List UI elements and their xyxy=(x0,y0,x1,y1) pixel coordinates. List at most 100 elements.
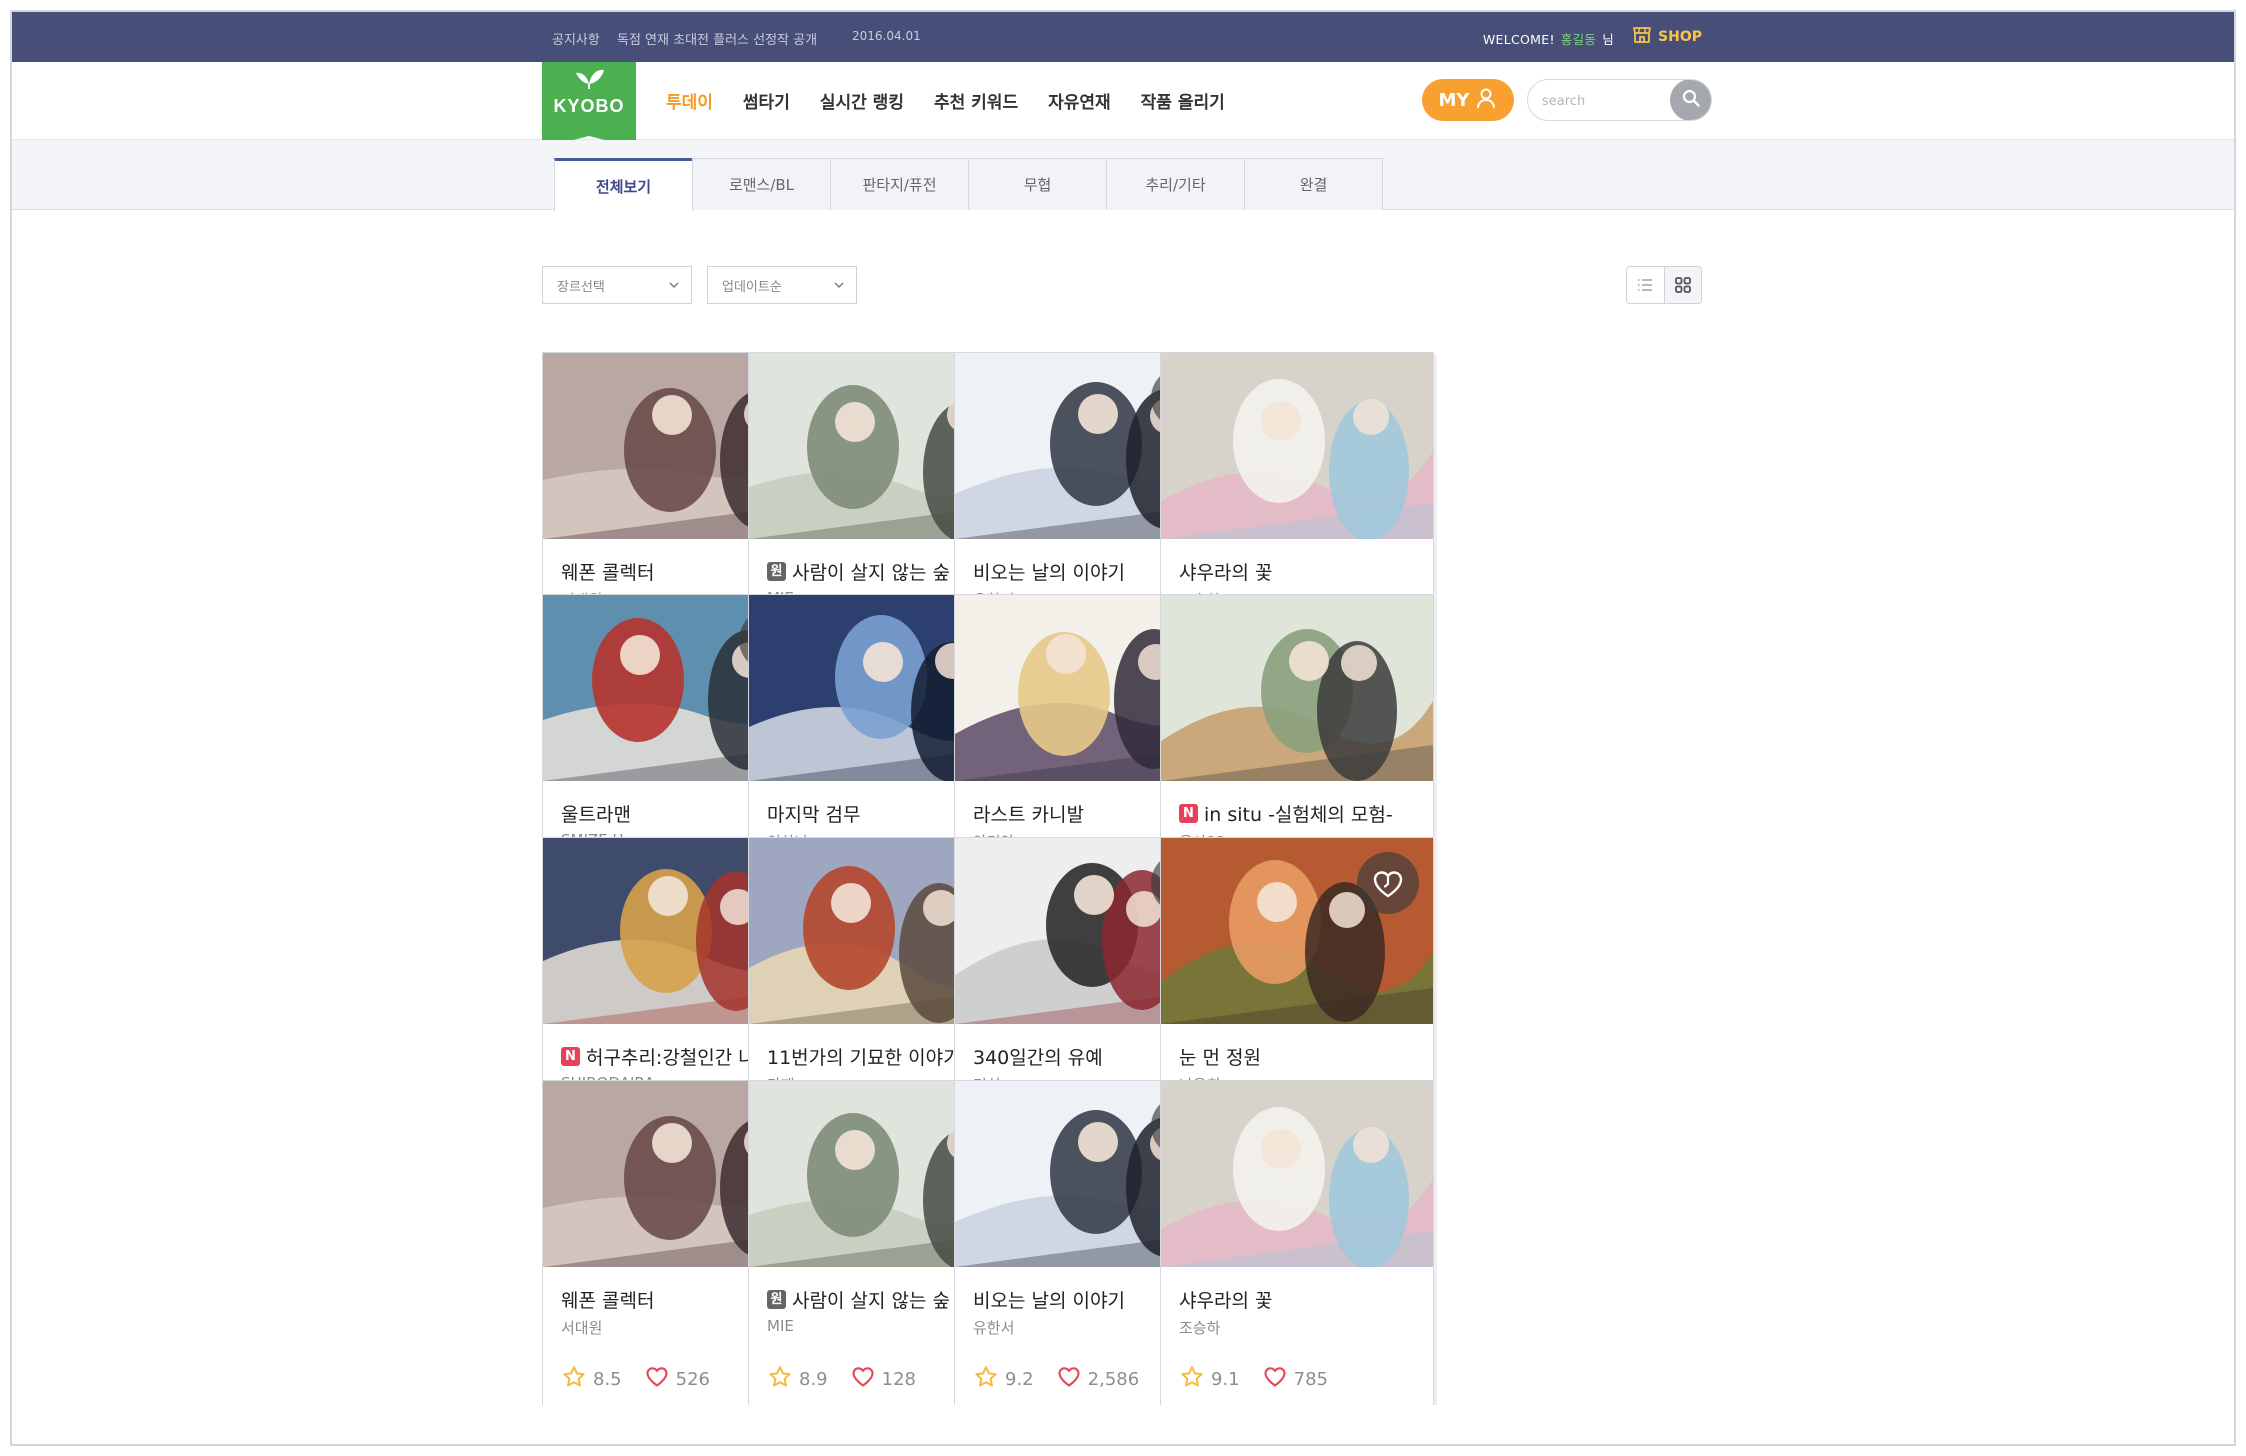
genre-select[interactable]: 장르선택 xyxy=(542,266,692,304)
sort-select[interactable]: 업데이트순 xyxy=(707,266,857,304)
work-title-text: 사람이 살지 않는 숲 xyxy=(792,562,950,584)
tab-martial-arts[interactable]: 무협 xyxy=(968,158,1107,210)
work-title[interactable]: 340일간의 유예 xyxy=(973,1043,1103,1070)
shop-link[interactable]: SHOP xyxy=(1632,26,1702,48)
header: KYOBO 투데이 썸타기 실시간 랭킹 추천 키워드 자유연재 작품 올리기 … xyxy=(12,62,2234,148)
work-likes: 526 xyxy=(675,1369,710,1390)
search-input[interactable] xyxy=(1542,90,1662,112)
work-title[interactable]: 울트라맨 xyxy=(561,800,631,827)
star-icon xyxy=(973,1364,1005,1395)
list-icon xyxy=(1638,279,1653,291)
work-title-text: 웨폰 콜렉터 xyxy=(561,562,655,584)
nav-realtime-ranking[interactable]: 실시간 랭킹 xyxy=(820,88,904,113)
work-title[interactable]: 샤우라의 꽃 xyxy=(1179,1286,1272,1313)
nav-some[interactable]: 썸타기 xyxy=(743,88,790,113)
bookmark-heart-icon[interactable] xyxy=(1357,852,1419,914)
notice-link[interactable]: 독점 연재 초대전 플러스 선정작 공개 xyxy=(617,29,817,48)
heart-icon xyxy=(1056,1364,1088,1395)
work-likes: 2,586 xyxy=(1087,1369,1140,1390)
shop-icon xyxy=(1632,25,1652,49)
work-title-text: 마지막 검무 xyxy=(767,804,861,826)
work-title-text: 라스트 카니발 xyxy=(973,804,1084,826)
page-frame: 공지사항 독점 연재 초대전 플러스 선정작 공개 2016.04.01 WEL… xyxy=(10,10,2236,1446)
work-title-text: 비오는 날의 이야기 xyxy=(973,1290,1125,1312)
tab-all[interactable]: 전체보기 xyxy=(554,158,693,211)
work-thumbnail[interactable] xyxy=(1161,1081,1433,1267)
page-bottom xyxy=(12,1405,2234,1444)
username[interactable]: 홍길동 xyxy=(1561,32,1596,47)
work-title-text: 눈 먼 정원 xyxy=(1179,1047,1261,1069)
work-title[interactable]: 웨폰 콜렉터 xyxy=(561,558,654,585)
search-button[interactable] xyxy=(1670,80,1711,120)
work-title[interactable]: 마지막 검무 xyxy=(767,800,860,827)
genre-tab-bar: 전체보기 로맨스/BL 판타지/퓨전 무협 추리/기타 완결 xyxy=(12,140,2234,211)
heart-icon xyxy=(644,1364,676,1395)
work-title[interactable]: 원 사람이 살지 않는 숲 xyxy=(767,558,950,585)
my-label: MY xyxy=(1438,89,1470,111)
view-toggle xyxy=(1626,266,1702,304)
sort-select-value: 업데이트순 xyxy=(722,279,782,295)
shop-label: SHOP xyxy=(1658,29,1702,45)
star-icon xyxy=(767,1364,799,1395)
work-score: 9.1 xyxy=(1211,1369,1240,1390)
work-title-text: 울트라맨 xyxy=(561,804,631,826)
kyobo-logo[interactable]: KYOBO xyxy=(542,62,636,148)
work-title[interactable]: 라스트 카니발 xyxy=(973,800,1084,827)
top-bar: 공지사항 독점 연재 초대전 플러스 선정작 공개 2016.04.01 WEL… xyxy=(12,12,2234,62)
nav-today[interactable]: 투데이 xyxy=(666,88,713,113)
chevron-down-icon xyxy=(669,282,679,288)
work-stats: 9.2 2,586 xyxy=(973,1364,1139,1395)
search-box xyxy=(1527,79,1712,121)
work-likes: 785 xyxy=(1293,1369,1328,1390)
user-icon xyxy=(1475,87,1497,114)
tab-fantasy-fusion[interactable]: 판타지/퓨전 xyxy=(830,158,969,210)
work-title[interactable]: Nin situ -실험체의 모험- xyxy=(1179,800,1393,827)
work-title[interactable]: 11번가의 기묘한 이야기 xyxy=(767,1043,961,1070)
grid-icon xyxy=(1675,277,1691,293)
main-nav: 투데이 썸타기 실시간 랭킹 추천 키워드 자유연재 작품 올리기 xyxy=(666,88,1225,113)
work-score: 8.9 xyxy=(799,1369,828,1390)
honorific: 님 xyxy=(1602,32,1614,47)
logo-text: KYOBO xyxy=(553,96,625,116)
work-title-text: 340일간의 유예 xyxy=(973,1047,1103,1069)
work-thumbnail[interactable] xyxy=(1161,595,1433,781)
work-title[interactable]: 웨폰 콜렉터 xyxy=(561,1286,654,1313)
tab-completed[interactable]: 완결 xyxy=(1244,158,1383,210)
heart-icon xyxy=(850,1364,882,1395)
chevron-down-icon xyxy=(834,282,844,288)
nav-free-serial[interactable]: 자유연재 xyxy=(1048,88,1111,113)
work-score: 9.2 xyxy=(1005,1369,1034,1390)
title-badge: 원 xyxy=(767,1290,786,1309)
work-author: 유한서 xyxy=(973,1319,1015,1337)
work-title-text: 사람이 살지 않는 숲 xyxy=(792,1290,950,1312)
nav-upload-work[interactable]: 작품 올리기 xyxy=(1141,88,1225,113)
work-card[interactable]: 샤우라의 꽃조승하 9.1 785 xyxy=(1160,1080,1434,1407)
tab-mystery-etc[interactable]: 추리/기타 xyxy=(1106,158,1245,210)
work-title[interactable]: 비오는 날의 이야기 xyxy=(973,1286,1125,1313)
nav-recommended-keywords[interactable]: 추천 키워드 xyxy=(934,88,1018,113)
work-thumbnail[interactable] xyxy=(1161,353,1433,539)
work-author: 조승하 xyxy=(1179,1319,1221,1337)
work-likes: 128 xyxy=(881,1369,916,1390)
notice-label[interactable]: 공지사항 xyxy=(552,29,600,48)
title-badge: 원 xyxy=(767,562,786,581)
work-title[interactable]: 샤우라의 꽃 xyxy=(1179,558,1272,585)
genre-select-value: 장르선택 xyxy=(557,279,605,295)
title-badge: N xyxy=(1179,804,1198,823)
heart-icon xyxy=(1262,1364,1294,1395)
work-title[interactable]: 비오는 날의 이야기 xyxy=(973,558,1125,585)
title-badge: N xyxy=(561,1047,580,1066)
work-author: 서대원 xyxy=(561,1319,603,1337)
work-stats: 8.9 128 xyxy=(767,1364,916,1395)
work-title[interactable]: 원 사람이 살지 않는 숲 xyxy=(767,1286,950,1313)
my-button[interactable]: MY xyxy=(1422,79,1514,121)
welcome-message: WELCOME! 홍길동 님 xyxy=(1483,29,1614,48)
list-view-button[interactable] xyxy=(1627,267,1664,303)
star-icon xyxy=(561,1364,593,1395)
work-title-text: 샤우라의 꽃 xyxy=(1179,1290,1273,1312)
grid-view-button[interactable] xyxy=(1663,267,1701,303)
work-title-text: in situ -실험체의 모험- xyxy=(1204,804,1393,826)
work-title[interactable]: 눈 먼 정원 xyxy=(1179,1043,1261,1070)
notice-date: 2016.04.01 xyxy=(852,29,921,43)
tab-romance-bl[interactable]: 로맨스/BL xyxy=(692,158,831,210)
